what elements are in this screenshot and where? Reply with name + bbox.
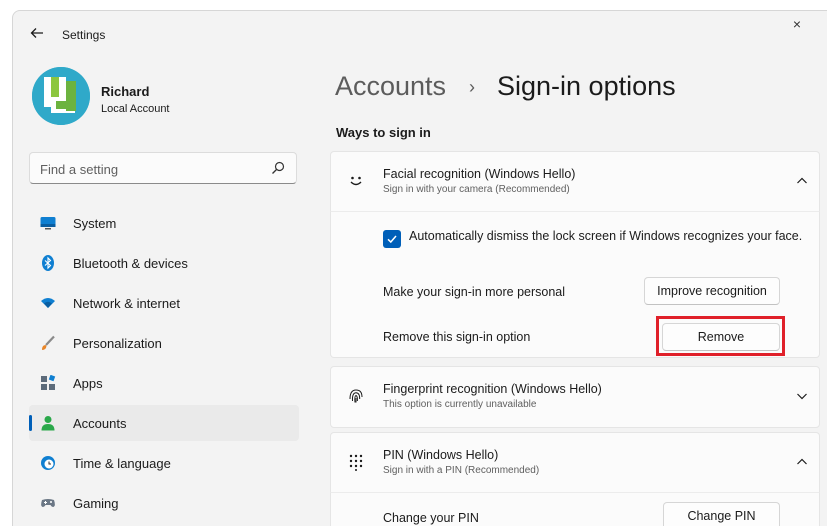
title-bar: Settings × <box>13 11 827 57</box>
sidebar-item-time-language[interactable]: Time & language <box>29 445 299 481</box>
remove-sign-in-label: Remove this sign-in option <box>383 330 531 344</box>
section-title: Ways to sign in <box>336 125 431 140</box>
monitor-icon <box>40 217 56 230</box>
facial-recognition-card[interactable]: Facial recognition (Windows Hello) Sign … <box>330 151 820 213</box>
search-icon[interactable] <box>270 160 286 176</box>
breadcrumb-parent[interactable]: Accounts <box>335 71 446 102</box>
chevron-down-icon[interactable] <box>795 389 809 403</box>
pin-subtitle: Sign in with a PIN (Recommended) <box>383 465 540 476</box>
back-arrow-icon <box>30 28 43 38</box>
personal-sign-in-label: Make your sign-in more personal <box>383 285 566 299</box>
sidebar-item-label: Gaming <box>73 496 119 511</box>
search-input[interactable] <box>40 159 260 179</box>
search-box[interactable] <box>29 152 297 184</box>
pin-title: PIN (Windows Hello) <box>383 448 499 462</box>
back-button[interactable] <box>27 23 47 43</box>
wifi-icon <box>41 298 55 308</box>
sidebar-item-gaming[interactable]: Gaming <box>29 485 299 521</box>
account-type: Local Account <box>101 103 170 115</box>
sidebar-item-system[interactable]: System <box>29 205 299 241</box>
brush-icon <box>42 335 55 350</box>
sidebar-item-accounts[interactable]: Accounts <box>29 405 299 441</box>
highlight-box <box>656 316 785 356</box>
pin-card[interactable]: PIN (Windows Hello) Sign in with a PIN (… <box>330 432 820 494</box>
apps-icon <box>41 375 56 390</box>
smiley-face-icon <box>350 176 362 186</box>
sidebar-item-label: Time & language <box>73 456 171 471</box>
sidebar-item-label: Apps <box>73 376 103 391</box>
sidebar-item-label: Accounts <box>73 416 127 431</box>
checkmark-icon <box>387 235 397 244</box>
fingerprint-icon <box>349 389 363 403</box>
close-window-button[interactable]: × <box>793 16 801 32</box>
auto-dismiss-checkbox[interactable] <box>383 230 401 248</box>
person-icon <box>41 416 55 431</box>
clock-globe-icon <box>41 456 55 470</box>
sidebar-item-personalization[interactable]: Personalization <box>29 325 299 361</box>
sidebar-item-apps[interactable]: Apps <box>29 365 299 401</box>
sidebar-item-label: System <box>73 216 117 231</box>
fingerprint-recognition-title: Fingerprint recognition (Windows Hello) <box>383 382 602 396</box>
sidebar-nav: System Bluetooth & devices Network & int… <box>29 205 299 525</box>
pin-details: Change your PIN Change PIN <box>330 492 820 526</box>
facial-recognition-header[interactable]: Facial recognition (Windows Hello) Sign … <box>331 152 819 212</box>
sidebar-item-network[interactable]: Network & internet <box>29 285 299 321</box>
pin-header[interactable]: PIN (Windows Hello) Sign in with a PIN (… <box>331 433 819 493</box>
active-indicator <box>29 415 32 431</box>
breadcrumb-separator: › <box>469 77 475 97</box>
avatar-logo-icon <box>32 67 90 125</box>
change-pin-button[interactable]: Change PIN <box>663 502 780 526</box>
facial-recognition-title: Facial recognition (Windows Hello) <box>383 167 576 181</box>
keypad-icon <box>349 454 363 471</box>
gamepad-icon <box>41 499 55 507</box>
user-name: Richard <box>101 84 150 99</box>
avatar[interactable] <box>32 67 90 125</box>
app-title: Settings <box>62 28 106 42</box>
chevron-up-icon[interactable] <box>795 174 809 188</box>
improve-recognition-button[interactable]: Improve recognition <box>644 277 780 305</box>
bluetooth-icon <box>42 255 54 271</box>
fingerprint-recognition-header[interactable]: Fingerprint recognition (Windows Hello) … <box>331 367 819 427</box>
chevron-up-icon[interactable] <box>795 455 809 469</box>
fingerprint-recognition-subtitle: This option is currently unavailable <box>383 399 537 410</box>
sidebar-item-label: Personalization <box>73 336 162 351</box>
fingerprint-recognition-card[interactable]: Fingerprint recognition (Windows Hello) … <box>330 366 820 428</box>
sidebar-item-label: Network & internet <box>73 296 180 311</box>
settings-window: Settings × Richard Local Account Find a … <box>12 10 827 526</box>
change-pin-label: Change your PIN <box>383 511 479 525</box>
facial-recognition-subtitle: Sign in with your camera (Recommended) <box>383 184 570 195</box>
auto-dismiss-label: Automatically dismiss the lock screen if… <box>409 229 803 243</box>
sidebar-item-label: Bluetooth & devices <box>73 256 188 271</box>
sidebar-item-bluetooth[interactable]: Bluetooth & devices <box>29 245 299 281</box>
page-title: Sign-in options <box>497 71 676 101</box>
